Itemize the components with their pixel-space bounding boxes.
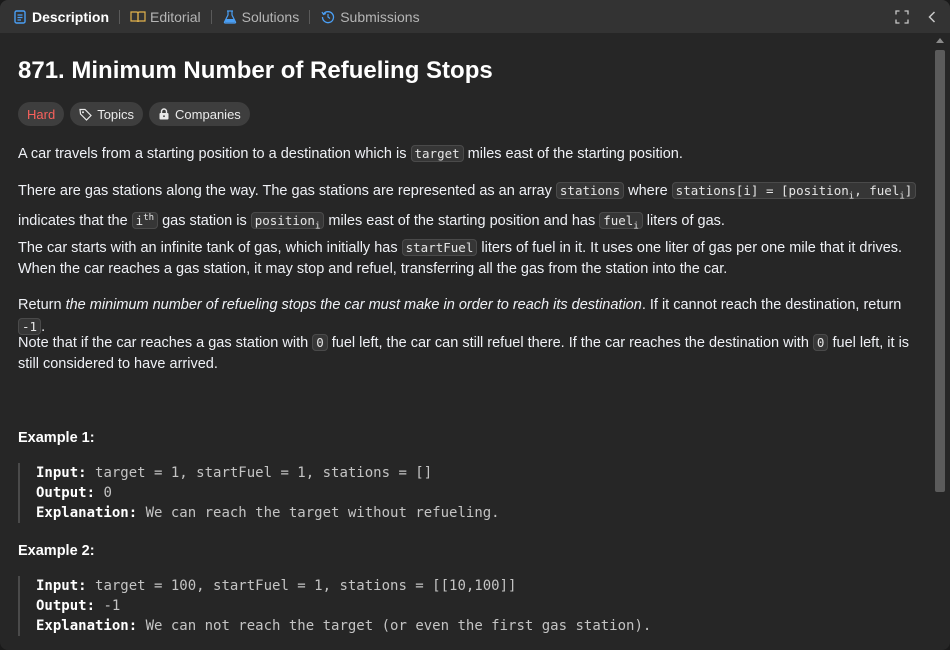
tab-label: Submissions	[340, 8, 420, 25]
tab-submissions[interactable]: Submissions	[318, 0, 421, 33]
scroll-up-arrow-icon[interactable]	[936, 38, 944, 43]
explanation-value: We can not reach the target (or even the…	[145, 618, 652, 634]
difficulty-badge[interactable]: Hard	[18, 102, 65, 126]
description-icon	[12, 9, 28, 25]
example-title: Example 1:	[18, 430, 95, 446]
inline-code: stations	[555, 182, 625, 199]
text: liters of gas.	[642, 212, 725, 229]
book-icon	[130, 9, 146, 25]
tab-label: Editorial	[150, 8, 201, 25]
lock-icon	[158, 108, 170, 120]
text: gas station is	[158, 212, 251, 229]
input-value: target = 100, startFuel = 1, stations = …	[95, 578, 517, 594]
problem-content: 871. Minimum Number of Refueling Stops H…	[18, 33, 928, 650]
text: , fuel	[854, 183, 900, 198]
text: The car starts with an infinite tank of …	[18, 240, 402, 256]
problem-panel: Description Editorial Solutions Submissi…	[0, 0, 950, 650]
inline-code: 0	[812, 334, 829, 351]
tab-editorial[interactable]: Editorial	[128, 0, 203, 33]
emphasis: the minimum number of refueling stops th…	[65, 297, 642, 313]
tab-divider	[309, 9, 311, 24]
subscript: i	[633, 221, 639, 232]
description-paragraph: A car travels from a starting position t…	[18, 143, 918, 165]
tab-label: Solutions	[241, 8, 300, 25]
text: miles east of the starting position and …	[324, 212, 600, 229]
text: indicates that the	[18, 212, 132, 229]
text: There are gas stations along the way. Th…	[18, 183, 556, 199]
text: Return	[18, 297, 66, 313]
scroll-thumb[interactable]	[935, 50, 945, 492]
example-block: Input: target = 100, startFuel = 1, stat…	[18, 576, 918, 636]
text: fuel	[603, 212, 634, 228]
tab-label: Description	[32, 8, 110, 25]
superscript: th	[143, 212, 155, 223]
output-label: Output:	[36, 485, 96, 501]
topics-button[interactable]: Topics	[70, 102, 144, 126]
collapse-icon[interactable]	[924, 9, 940, 25]
text: Note that if the car reaches a gas stati…	[18, 335, 313, 351]
description-paragraph: The car starts with an infinite tank of …	[18, 237, 918, 280]
input-label: Input:	[36, 465, 87, 481]
maximize-icon[interactable]	[894, 9, 910, 25]
explanation-value: We can reach the target without refuelin…	[145, 505, 500, 521]
text: A car travels from a starting position t…	[18, 146, 411, 162]
input-label: Input:	[36, 578, 87, 594]
text: fuel left, the car can still refuel ther…	[327, 335, 813, 351]
companies-label: Companies	[175, 106, 241, 122]
example-output: Output: -1	[36, 596, 918, 616]
tab-description[interactable]: Description	[10, 0, 111, 33]
example-output: Output: 0	[36, 483, 918, 503]
tag-icon	[79, 108, 93, 121]
tag-row: Hard Topics Companies	[18, 102, 250, 126]
tab-divider	[210, 9, 212, 24]
inline-code: ith	[131, 211, 159, 229]
inline-code: positioni	[250, 211, 325, 232]
explanation-label: Explanation:	[36, 505, 138, 521]
subscript: i	[314, 221, 321, 232]
output-label: Output:	[36, 598, 96, 614]
companies-button[interactable]: Companies	[149, 102, 250, 126]
explanation-label: Explanation:	[36, 618, 138, 634]
example-explanation: Explanation: We can reach the target wit…	[36, 503, 918, 523]
description-paragraph: There are gas stations along the way. Th…	[18, 180, 918, 237]
text: miles east of the starting position.	[463, 146, 683, 162]
description-paragraph: Note that if the car reaches a gas stati…	[18, 332, 918, 375]
example-input: Input: target = 1, startFuel = 1, statio…	[36, 463, 918, 483]
text: position	[254, 212, 315, 228]
tab-divider	[119, 9, 121, 24]
text: ]	[904, 183, 913, 198]
tabbar-actions	[894, 0, 940, 33]
history-icon	[320, 9, 336, 25]
tab-bar: Description Editorial Solutions Submissi…	[0, 0, 950, 33]
output-value: 0	[103, 485, 112, 501]
output-value: -1	[103, 598, 121, 614]
text: where	[624, 183, 672, 199]
inline-code: 0	[312, 334, 328, 351]
example-explanation: Explanation: We can not reach the target…	[36, 616, 918, 636]
text: stations[i] = [position	[675, 183, 849, 198]
text: . If it cannot reach the destination, re…	[641, 297, 902, 313]
inline-code: target	[410, 145, 464, 162]
input-value: target = 1, startFuel = 1, stations = []	[95, 465, 433, 481]
scrollbar[interactable]	[934, 36, 946, 646]
example-input: Input: target = 100, startFuel = 1, stat…	[36, 576, 918, 596]
example-title: Example 2:	[18, 543, 95, 559]
flask-icon	[222, 9, 238, 25]
problem-title: 871. Minimum Number of Refueling Stops	[18, 57, 493, 84]
inline-code: fueli	[599, 211, 643, 232]
topics-label: Topics	[97, 106, 135, 122]
tab-solutions[interactable]: Solutions	[220, 0, 302, 33]
inline-code: stations[i] = [positioni, fueli]	[671, 182, 917, 202]
example-block: Input: target = 1, startFuel = 1, statio…	[18, 463, 918, 523]
inline-code: startFuel	[401, 239, 478, 256]
